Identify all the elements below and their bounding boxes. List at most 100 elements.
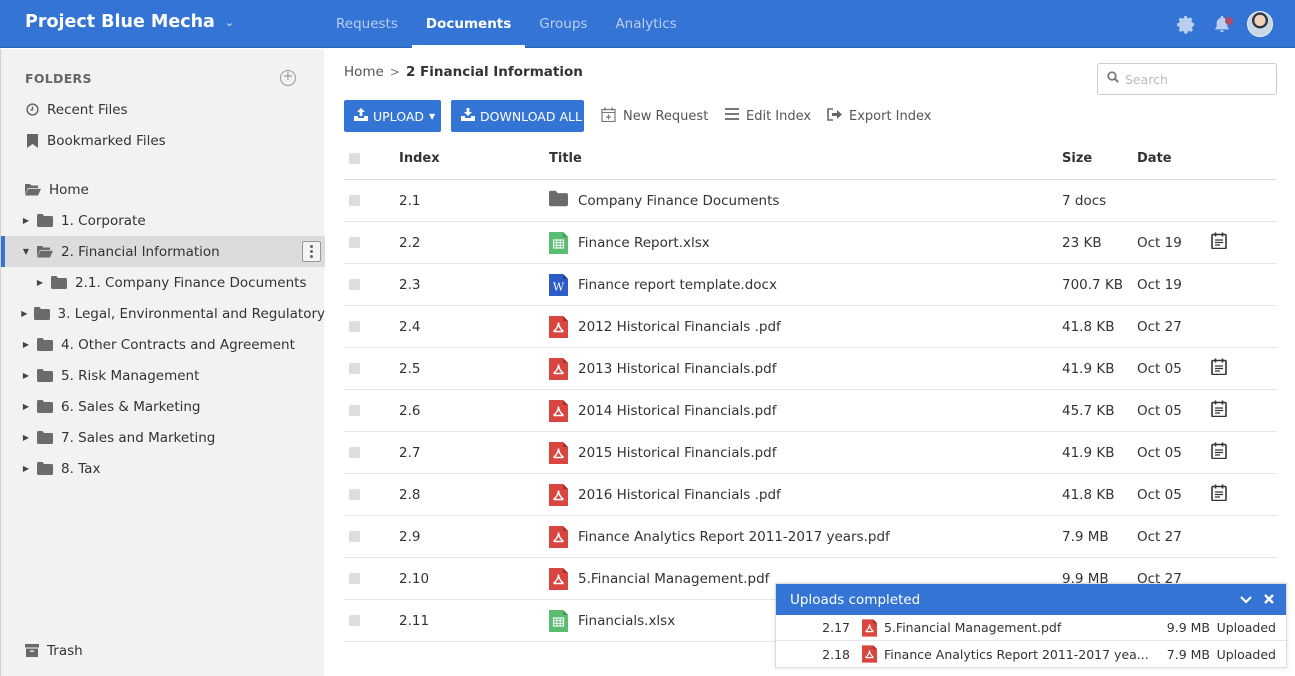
pdf-file-icon xyxy=(549,399,568,422)
column-index[interactable]: Index xyxy=(399,138,440,179)
row-title[interactable]: 2012 Historical Financials .pdf xyxy=(578,319,781,335)
row-date: Oct 19 xyxy=(1137,234,1182,251)
select-all-checkbox[interactable] xyxy=(349,153,360,164)
row-checkbox[interactable] xyxy=(349,321,360,332)
sidebar-item-tax[interactable]: ▶ 8. Tax xyxy=(1,453,325,484)
sidebar-item-trash[interactable]: Trash xyxy=(1,635,325,666)
main-nav: Requests Documents Groups Analytics xyxy=(322,0,691,48)
caret-down-icon[interactable]: ▼ xyxy=(21,247,31,256)
sidebar-item-recent-files[interactable]: Recent Files xyxy=(1,94,325,125)
request-calendar-icon[interactable] xyxy=(1211,400,1227,421)
search-box[interactable] xyxy=(1097,63,1277,95)
new-request-button[interactable]: New Request xyxy=(601,100,708,132)
row-checkbox[interactable] xyxy=(349,447,360,458)
row-checkbox[interactable] xyxy=(349,237,360,248)
row-checkbox[interactable] xyxy=(349,531,360,542)
row-title[interactable]: 2014 Historical Financials.pdf xyxy=(578,403,777,419)
sidebar-item-other-contracts[interactable]: ▶ 4. Other Contracts and Agreement xyxy=(1,329,325,360)
breadcrumb-home[interactable]: Home xyxy=(344,64,384,80)
row-title[interactable]: 2013 Historical Financials.pdf xyxy=(578,361,777,377)
table-row[interactable]: 2.3 W Finance report template.docx 700.7… xyxy=(344,264,1277,306)
request-calendar-icon[interactable] xyxy=(1211,484,1227,505)
caret-right-icon[interactable]: ▶ xyxy=(21,464,31,473)
sidebar-item-sales-marketing[interactable]: ▶ 6. Sales & Marketing xyxy=(1,391,325,422)
row-checkbox[interactable] xyxy=(349,195,360,206)
caret-right-icon[interactable]: ▶ xyxy=(21,433,31,442)
upload-status: Uploaded xyxy=(1216,646,1276,662)
row-title[interactable]: Company Finance Documents xyxy=(578,193,779,209)
upload-button[interactable]: UPLOAD ▼ xyxy=(344,100,441,132)
row-checkbox[interactable] xyxy=(349,615,360,626)
pdf-file-icon xyxy=(549,567,568,590)
row-title[interactable]: 5.Financial Management.pdf xyxy=(578,571,769,587)
sidebar-item-home[interactable]: Home xyxy=(1,174,325,205)
table-row[interactable]: 2.6 2014 Historical Financials.pdf 45.7 … xyxy=(344,390,1277,432)
caret-right-icon[interactable]: ▶ xyxy=(21,216,31,225)
folder-icon xyxy=(37,214,53,228)
column-title[interactable]: Title xyxy=(549,138,582,179)
tab-documents[interactable]: Documents xyxy=(411,0,526,48)
row-size: 45.7 KB xyxy=(1062,402,1115,419)
table-row[interactable]: 2.5 2013 Historical Financials.pdf 41.9 … xyxy=(344,348,1277,390)
sidebar-item-company-finance-documents[interactable]: ▶ 2.1. Company Finance Documents xyxy=(1,267,325,298)
table-row[interactable]: 2.4 2012 Historical Financials .pdf 41.8… xyxy=(344,306,1277,348)
project-switcher[interactable]: Project Blue Mecha ⌄ xyxy=(25,12,234,32)
table-row[interactable]: 2.8 2016 Historical Financials .pdf 41.8… xyxy=(344,474,1277,516)
table-row[interactable]: 2.1 Company Finance Documents 7 docs xyxy=(344,180,1277,222)
tab-groups[interactable]: Groups xyxy=(525,0,601,48)
folder-icon xyxy=(33,307,50,321)
row-checkbox[interactable] xyxy=(349,279,360,290)
upload-label: UPLOAD xyxy=(373,108,425,124)
chevron-down-icon[interactable] xyxy=(1240,592,1252,608)
row-title[interactable]: 2015 Historical Financials.pdf xyxy=(578,445,777,461)
sidebar-item-corporate[interactable]: ▶ 1. Corporate xyxy=(1,205,325,236)
close-icon[interactable] xyxy=(1264,592,1274,608)
more-options-button[interactable] xyxy=(302,241,321,262)
caret-right-icon[interactable]: ▶ xyxy=(21,371,31,380)
list-icon xyxy=(725,108,739,124)
caret-right-icon[interactable]: ▶ xyxy=(21,309,28,318)
row-checkbox[interactable] xyxy=(349,363,360,374)
sidebar-item-sales-and-marketing[interactable]: ▶ 7. Sales and Marketing xyxy=(1,422,325,453)
row-title[interactable]: Finance Report.xlsx xyxy=(578,235,710,251)
column-date[interactable]: Date xyxy=(1137,138,1172,179)
row-checkbox[interactable] xyxy=(349,405,360,416)
row-title[interactable]: Finance report template.docx xyxy=(578,277,777,293)
plus-circle-icon[interactable]: + xyxy=(280,70,296,86)
folder-icon xyxy=(549,190,568,212)
upload-title: Finance Analytics Report 2011-2017 yea..… xyxy=(884,646,1149,662)
row-checkbox[interactable] xyxy=(349,573,360,584)
tab-analytics[interactable]: Analytics xyxy=(601,0,690,48)
sidebar-item-bookmarked-files[interactable]: Bookmarked Files xyxy=(1,125,325,156)
request-calendar-icon[interactable] xyxy=(1211,442,1227,463)
row-title[interactable]: Finance Analytics Report 2011-2017 years… xyxy=(578,529,890,545)
gear-icon[interactable] xyxy=(1175,13,1197,35)
row-checkbox[interactable] xyxy=(349,489,360,500)
caret-down-icon: ▼ xyxy=(429,111,436,121)
search-input[interactable] xyxy=(1125,71,1265,87)
table-row[interactable]: 2.7 2015 Historical Financials.pdf 41.9 … xyxy=(344,432,1277,474)
sidebar-item-financial-information[interactable]: ▼ 2. Financial Information xyxy=(1,236,325,267)
download-all-button[interactable]: DOWNLOAD ALL xyxy=(451,100,584,132)
pdf-file-icon xyxy=(549,441,568,464)
edit-index-button[interactable]: Edit Index xyxy=(725,100,811,132)
caret-right-icon[interactable]: ▶ xyxy=(21,340,31,349)
export-index-button[interactable]: Export Index xyxy=(827,100,931,132)
upload-index: 2.17 xyxy=(822,620,850,635)
table-row[interactable]: 2.9 Finance Analytics Report 2011-2017 y… xyxy=(344,516,1277,558)
sidebar-item-legal[interactable]: ▶ 3. Legal, Environmental and Regulatory xyxy=(1,298,325,329)
folder-icon xyxy=(37,369,53,383)
user-avatar[interactable] xyxy=(1247,11,1273,37)
tab-requests[interactable]: Requests xyxy=(322,0,412,48)
row-title[interactable]: Financials.xlsx xyxy=(578,613,675,629)
row-title[interactable]: 2016 Historical Financials .pdf xyxy=(578,487,781,503)
bell-icon[interactable] xyxy=(1211,13,1233,35)
request-calendar-icon[interactable] xyxy=(1211,232,1227,253)
sidebar-item-risk-management[interactable]: ▶ 5. Risk Management xyxy=(1,360,325,391)
column-size[interactable]: Size xyxy=(1062,138,1092,179)
request-calendar-icon[interactable] xyxy=(1211,358,1227,379)
row-size: 41.9 KB xyxy=(1062,444,1115,461)
caret-right-icon[interactable]: ▶ xyxy=(35,278,45,287)
caret-right-icon[interactable]: ▶ xyxy=(21,402,31,411)
table-row[interactable]: 2.2 Finance Report.xlsx 23 KB Oct 19 xyxy=(344,222,1277,264)
